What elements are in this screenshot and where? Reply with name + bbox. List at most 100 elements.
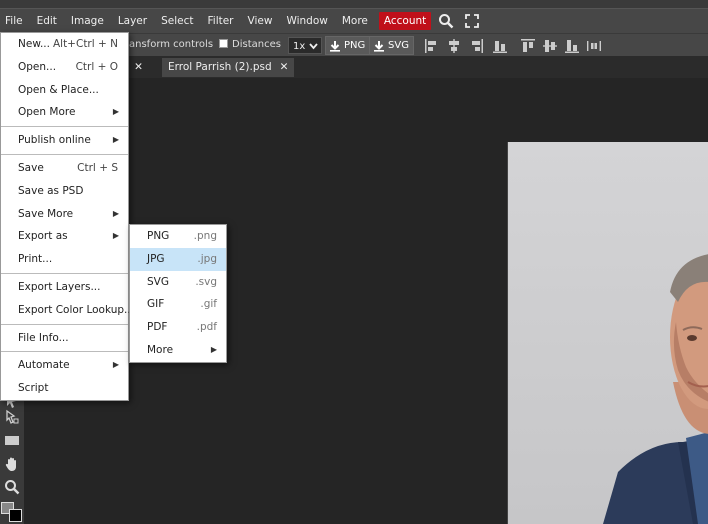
tab-document-2[interactable]: Errol Parrish (2).psd ✕ [162,58,295,77]
search-icon[interactable] [435,9,457,33]
extension-label: .png [193,230,217,242]
menu-item-label: Save as PSD [18,184,84,197]
menu-separator [1,272,128,274]
menu-item-label: Open More [18,106,76,119]
menu-item-label: Save [18,161,44,174]
distances-checkbox[interactable] [219,39,228,48]
menu-item-file-info[interactable]: File Info... [1,327,128,350]
menu-separator [1,126,128,128]
format-label: JPG [147,252,165,265]
download-icon [374,40,384,52]
menu-bar: File Edit Image Layer Select Filter View… [0,9,708,33]
menu-item-open-place[interactable]: Open & Place... [1,79,128,102]
format-label: More [147,343,174,356]
menu-item-label: Print... [18,253,53,266]
direct-select-icon[interactable] [3,408,21,426]
menu-item-label: Publish online [18,134,91,147]
align-bottom-icon[interactable] [564,38,580,54]
menu-item-label: New... [18,38,50,50]
menu-item-label: Save More [18,207,74,220]
menu-item-print[interactable]: Print... [1,248,128,271]
menu-separator [1,351,128,353]
document-photo[interactable] [507,142,708,524]
menu-item-label: Open... [18,60,57,73]
zoom-select[interactable]: 1x [288,37,322,54]
export-gif-item[interactable]: GIF .gif [130,293,226,316]
align-center-icon[interactable] [446,38,462,54]
menu-item-export-layers[interactable]: Export Layers... [1,276,128,299]
menu-item-open[interactable]: Open... Ctrl + O [1,56,128,79]
distances-toggle[interactable]: Distances [219,39,281,50]
export-png-item[interactable]: PNG .png [130,225,226,248]
menu-item-label: Export Layers... [18,280,101,293]
top-strip [0,0,708,9]
distribute-horizontal-icon[interactable] [586,38,602,54]
align-middle-icon[interactable] [542,38,558,54]
export-svg-label: SVG [388,40,409,51]
shortcut-label: Ctrl + S [77,161,118,174]
menu-item-save-more[interactable]: Save More ▶ [1,203,128,226]
distances-label: Distances [232,39,281,50]
menu-item-new[interactable]: New... Alt+Ctrl + N [1,33,128,56]
export-png-button[interactable]: PNG [325,36,371,55]
menu-select[interactable]: Select [154,9,200,33]
menu-item-label: Export Color Lookup... [18,303,135,316]
extension-label: .svg [195,275,217,288]
menu-more[interactable]: More [335,9,375,33]
account-button[interactable]: Account [378,12,432,30]
menu-image[interactable]: Image [64,9,111,33]
photopea-app: File Edit Image Layer Select Filter View… [0,0,708,524]
menu-item-label: Script [18,382,49,395]
format-label: GIF [147,298,165,311]
shortcut-label: Alt+Ctrl + N [52,38,118,50]
align-left-icon[interactable] [424,38,440,54]
menu-item-automate[interactable]: Automate ▶ [1,354,128,377]
menu-item-save-psd[interactable]: Save as PSD [1,180,128,203]
extension-label: .gif [200,298,217,311]
menu-layer[interactable]: Layer [111,9,154,33]
menu-item-open-more[interactable]: Open More ▶ [1,101,128,124]
portrait-image [508,142,708,524]
align-top-icon[interactable] [520,38,536,54]
export-jpg-item[interactable]: JPG .jpg [130,247,226,271]
zoom-icon[interactable] [3,478,21,496]
chevron-down-icon [309,43,318,50]
submenu-arrow-icon: ▶ [210,344,217,354]
menu-view[interactable]: View [241,9,280,33]
fullscreen-icon[interactable] [461,9,483,33]
export-pdf-item[interactable]: PDF .pdf [130,316,226,339]
menu-edit[interactable]: Edit [30,9,64,33]
export-svg-item[interactable]: SVG .svg [130,271,226,294]
rectangle-icon[interactable] [3,431,21,449]
menu-separator [1,153,128,155]
close-icon[interactable]: ✕ [134,61,143,73]
export-submenu: PNG .png JPG .jpg SVG .svg GIF .gif PDF .pdf … [129,224,227,363]
format-label: PNG [147,230,170,242]
export-more-item[interactable]: More ▶ [130,339,226,362]
format-label: SVG [147,275,169,288]
menu-file[interactable]: File [0,9,30,33]
menu-item-label: Export as [18,230,68,243]
submenu-arrow-icon: ▶ [112,231,119,241]
shortcut-label: Ctrl + O [75,60,118,73]
align-right-icon[interactable] [468,38,484,54]
menu-filter[interactable]: Filter [201,9,241,33]
background-color-swatch[interactable] [9,509,22,522]
menu-item-save[interactable]: Save Ctrl + S [1,157,128,180]
menu-item-script[interactable]: Script [1,377,128,400]
submenu-arrow-icon: ▶ [112,135,119,145]
file-menu: New... Alt+Ctrl + N Open... Ctrl + O Open … [0,32,134,401]
extension-label: .jpg [197,252,217,265]
format-label: PDF [147,321,168,334]
export-png-label: PNG [344,40,366,51]
distribute-icon[interactable] [492,38,508,54]
export-svg-button[interactable]: SVG [369,36,414,55]
menu-item-export-as[interactable]: Export as ▶ [1,225,128,248]
transform-controls-label[interactable]: ansform controls [129,39,213,50]
menu-item-export-color-lookup[interactable]: Export Color Lookup... [1,299,134,322]
download-icon [330,40,340,52]
close-icon[interactable]: ✕ [280,61,289,73]
menu-window[interactable]: Window [279,9,334,33]
hand-icon[interactable] [3,455,21,473]
menu-item-publish-online[interactable]: Publish online ▶ [1,129,128,152]
